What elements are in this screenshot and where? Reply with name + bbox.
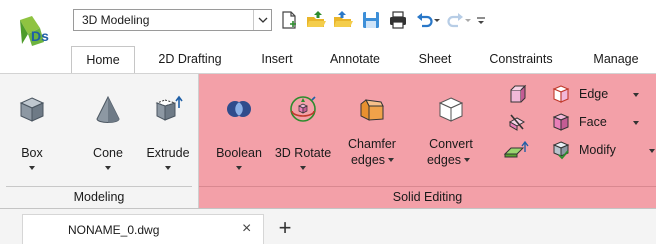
document-file-name: NONAME_0.dwg <box>68 223 160 237</box>
chamfer-edges-label-line1: Chamfer <box>348 137 396 151</box>
new-tab-button[interactable]: + <box>270 214 300 244</box>
extrude-button[interactable]: Extrude <box>138 82 198 186</box>
tab-annotate[interactable]: Annotate <box>320 46 390 73</box>
thicken-icon[interactable] <box>503 140 529 160</box>
chevron-down-icon <box>388 158 394 162</box>
tab-manage[interactable]: Manage <box>582 46 650 73</box>
boolean-icon <box>224 94 254 124</box>
modify-label[interactable]: Modify <box>579 142 616 158</box>
3d-rotate-icon <box>288 94 318 124</box>
solid-editing-panel: Boolean 3D Rotate Chamfer edges Convert … <box>199 74 656 208</box>
separate-icon[interactable] <box>507 112 527 132</box>
shell-icon[interactable] <box>507 84 527 104</box>
tab-insert[interactable]: Insert <box>252 46 302 73</box>
solid-editing-panel-title[interactable]: Solid Editing <box>199 186 656 208</box>
cone-button[interactable]: Cone <box>78 82 138 186</box>
tab-2d-drafting[interactable]: 2D Drafting <box>150 46 230 73</box>
convert-edges-label-line2: edges <box>426 153 462 167</box>
workspace-select-value: 3D Modeling <box>82 13 150 27</box>
document-tab-bar: NONAME_0.dwg × + <box>0 209 656 244</box>
quick-access-toolbar: Ds 3D Modeling <box>0 0 656 46</box>
chevron-down-icon[interactable] <box>633 93 639 97</box>
open-sheet-icon[interactable] <box>332 9 354 31</box>
boolean-label: Boolean <box>216 146 262 160</box>
chevron-down-icon <box>300 166 306 170</box>
extrude-icon <box>153 94 183 124</box>
document-tab[interactable]: NONAME_0.dwg × <box>22 214 264 244</box>
tab-home[interactable]: Home <box>71 46 135 73</box>
tab-constraints[interactable]: Constraints <box>478 46 564 73</box>
print-icon[interactable] <box>387 9 409 31</box>
edge-icon[interactable] <box>551 84 571 104</box>
3d-rotate-button[interactable]: 3D Rotate <box>271 82 335 186</box>
workspace-select[interactable]: 3D Modeling <box>73 9 272 31</box>
open-icon[interactable] <box>305 9 327 31</box>
chevron-down-icon <box>464 158 470 162</box>
ribbon: Box Cone Extrude Modeling Boolean 3D Rot… <box>0 73 656 209</box>
chevron-down-icon[interactable] <box>432 9 442 31</box>
extrude-label: Extrude <box>146 146 190 160</box>
app-logo-icon[interactable]: Ds <box>18 14 58 50</box>
svg-text:Ds: Ds <box>31 28 49 44</box>
close-icon[interactable]: × <box>242 220 251 238</box>
box-icon <box>17 94 47 124</box>
boolean-button[interactable]: Boolean <box>207 82 271 186</box>
convert-edges-icon <box>436 94 466 124</box>
chevron-down-icon[interactable] <box>253 10 271 30</box>
customize-icon[interactable] <box>474 9 488 31</box>
chevron-down-icon[interactable] <box>463 9 473 31</box>
box-button[interactable]: Box <box>4 82 60 186</box>
edge-label[interactable]: Edge <box>579 86 608 102</box>
cone-label: Cone <box>93 146 123 160</box>
chevron-down-icon <box>236 166 242 170</box>
chamfer-edges-button[interactable]: Chamfer edges <box>337 82 407 186</box>
save-icon[interactable] <box>360 9 382 31</box>
modeling-panel-title[interactable]: Modeling <box>6 186 192 208</box>
chevron-down-icon[interactable] <box>649 149 655 153</box>
3d-rotate-label: 3D Rotate <box>274 146 332 160</box>
chevron-down-icon <box>29 166 35 170</box>
chamfer-edges-icon <box>357 94 387 124</box>
new-icon[interactable] <box>278 9 300 31</box>
convert-edges-button[interactable]: Convert edges <box>411 82 491 186</box>
ribbon-tabs: Home 2D Drafting Insert Annotate Sheet C… <box>0 46 656 73</box>
box-label: Box <box>21 146 43 160</box>
modeling-panel: Box Cone Extrude Modeling <box>0 74 199 208</box>
modify-icon[interactable] <box>551 140 571 160</box>
face-label[interactable]: Face <box>579 114 607 130</box>
convert-edges-label-line1: Convert <box>429 137 473 151</box>
chevron-down-icon <box>165 166 171 170</box>
chamfer-edges-label-line2: edges <box>350 153 386 167</box>
face-icon[interactable] <box>551 112 571 132</box>
chevron-down-icon <box>105 166 111 170</box>
chevron-down-icon[interactable] <box>633 121 639 125</box>
cone-icon <box>93 94 123 124</box>
tab-sheet[interactable]: Sheet <box>410 46 460 73</box>
